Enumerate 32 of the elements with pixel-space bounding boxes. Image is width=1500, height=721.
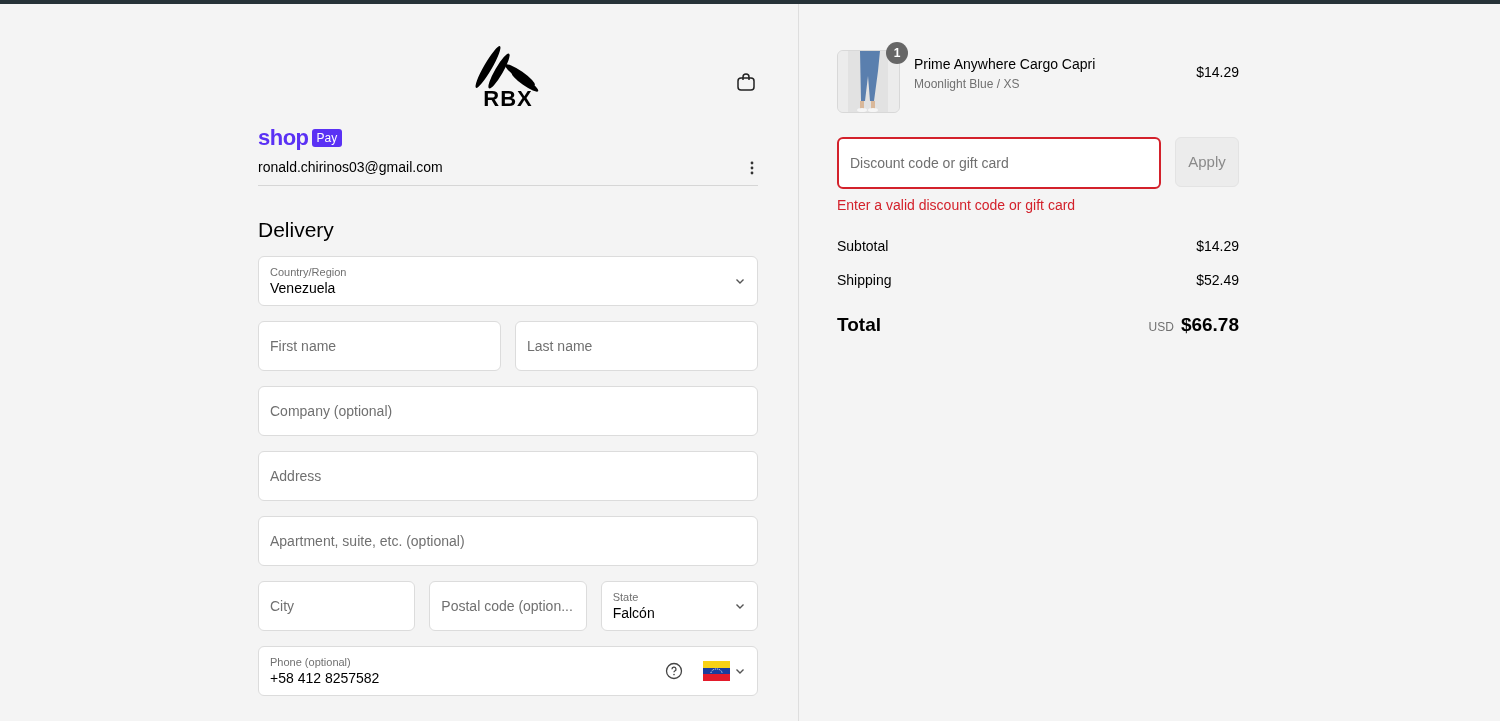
text-field[interactable]: First name [258,321,501,371]
text-field[interactable]: Company (optional) [258,386,758,436]
text-field[interactable]: Postal code (option... [429,581,587,631]
summary-label: Shipping [837,271,892,290]
product-variant: Moonlight Blue / XS [914,76,1021,93]
summary-value: $14.29 [1196,237,1239,256]
select-field[interactable]: Country/Region Venezuela [258,256,758,306]
bag-icon[interactable] [736,72,756,92]
select-field[interactable]: State Falcón [600,581,758,631]
currency-code: USD [1148,319,1174,336]
text-field[interactable]: City [258,581,416,631]
summary-value: $52.49 [1196,271,1239,290]
email-text: ronald.chirinos03@gmail.com [258,158,443,177]
pay-badge: Pay [311,129,343,147]
text-field[interactable]: Apartment, suite, etc. (optional) [258,516,758,566]
help-icon[interactable] [665,662,683,680]
discount-field[interactable]: Discount code or gift card [837,137,1161,189]
text-field[interactable]: Address [258,451,758,501]
logo[interactable]: RBX [470,42,546,110]
error-message: Enter a valid discount code or gift card [837,196,1077,215]
product-name: Prime Anywhere Cargo Capri [914,55,1097,74]
text-field[interactable]: Last name [515,321,758,371]
flag-icon[interactable] [703,661,730,681]
total-value: $66.78 [1180,313,1239,337]
more-icon[interactable] [750,160,754,175]
total-label: Total [837,313,881,337]
summary-label: Subtotal [837,237,889,256]
quantity-badge: 1 [886,42,908,64]
shop-logo-text: shop [258,127,309,149]
section-title: Delivery [258,217,335,243]
phone-field[interactable]: Phone (optional) +58 412 8257582 [258,646,758,696]
product-price: $14.29 [1196,63,1239,82]
